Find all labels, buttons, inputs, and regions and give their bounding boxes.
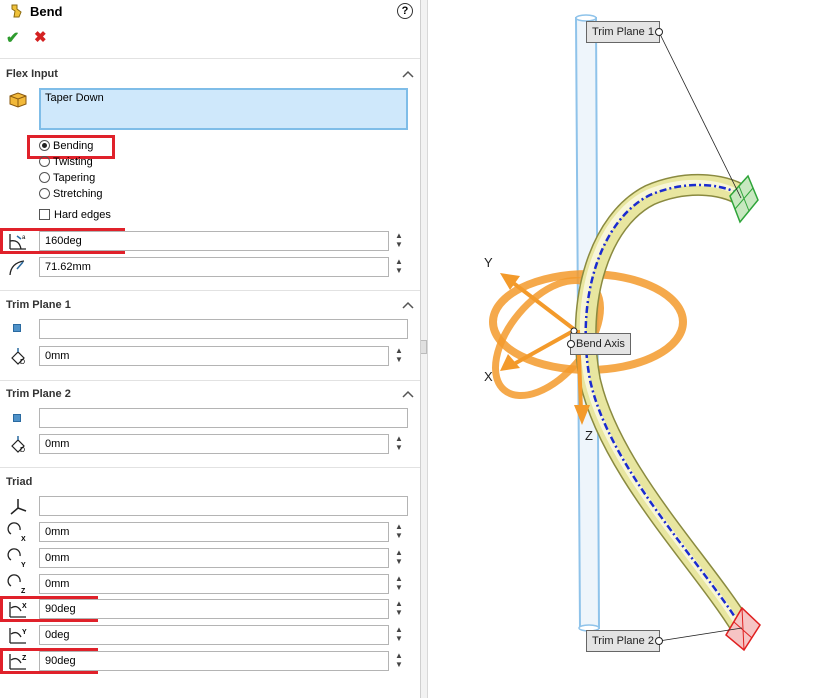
hard-edges-label: Hard edges: [54, 209, 111, 221]
radio-label: Twisting: [53, 156, 93, 168]
radio-twisting[interactable]: Twisting: [39, 156, 93, 168]
z-position-icon: Z: [7, 574, 26, 594]
trim-plane-2-offset-spinner[interactable]: ▲ ▼: [394, 434, 404, 454]
z-axis-label: Z: [585, 428, 593, 443]
divider: [0, 380, 420, 381]
trim-plane-2-offset-input[interactable]: 0mm: [39, 434, 389, 454]
bend-angle-icon: a: [9, 234, 26, 250]
bend-radius-icon: [9, 260, 25, 276]
triad-z-position-spinner[interactable]: ▲ ▼: [394, 574, 404, 594]
svg-text:D: D: [20, 359, 25, 366]
reference-point-icon: [13, 324, 21, 332]
hard-edges-checkbox[interactable]: Hard edges: [39, 209, 111, 221]
bend-axis-callout[interactable]: Bend Axis: [567, 333, 631, 355]
collapse-flex-input-icon[interactable]: [402, 70, 414, 78]
svg-text:Y: Y: [21, 562, 26, 568]
svg-text:X: X: [22, 603, 27, 610]
triad-axes-icon: [10, 499, 27, 515]
trim-plane-1-leader: [658, 31, 742, 199]
callout-text: Bend Axis: [576, 338, 625, 350]
svg-text:Y: Y: [22, 629, 27, 636]
trim-plane-1-offset-spinner[interactable]: ▲ ▼: [394, 346, 404, 366]
trim-plane-2-title: Trim Plane 2: [6, 388, 71, 400]
splitter-grip[interactable]: [421, 340, 427, 354]
radio-label: Bending: [53, 140, 94, 152]
triad-x-position-spinner[interactable]: ▲ ▼: [394, 522, 404, 542]
graphics-viewport[interactable]: Y X Z Trim Plane 1 Bend Axis Trim Plane …: [428, 0, 829, 698]
radio-dot: [39, 156, 50, 167]
triad-z-rotation-spinner[interactable]: ▲ ▼: [394, 651, 404, 671]
page-title: Bend: [30, 4, 63, 19]
triad-x-rotation-spinner[interactable]: ▲ ▼: [394, 599, 404, 619]
triad-reference-input[interactable]: [39, 496, 408, 516]
trim-plane-1-reference-input[interactable]: [39, 319, 408, 339]
x-position-icon: X: [7, 522, 26, 542]
panel-splitter[interactable]: [421, 0, 428, 698]
trim-plane-2-reference-input[interactable]: [39, 408, 408, 428]
selection-body-icon: [9, 92, 27, 108]
callout-pin: [567, 340, 575, 348]
radio-tapering[interactable]: Tapering: [39, 172, 95, 184]
callout-text: Trim Plane 1: [592, 26, 654, 38]
x-axis-label: X: [484, 369, 493, 384]
checkbox-box: [39, 209, 50, 220]
svg-text:D: D: [20, 447, 25, 454]
reference-point-icon: [13, 414, 21, 422]
divider: [0, 467, 420, 468]
svg-text:a: a: [22, 235, 26, 241]
ok-button[interactable]: ✔: [6, 28, 19, 48]
divider: [0, 58, 420, 59]
svg-text:Z: Z: [21, 588, 26, 594]
bend-feature-icon: [11, 4, 22, 18]
svg-text:X: X: [21, 536, 26, 542]
triad-y-position-input[interactable]: 0mm: [39, 548, 389, 568]
radio-label: Stretching: [53, 188, 103, 200]
bend-angle-spinner[interactable]: ▲ ▼: [394, 231, 404, 251]
bend-angle-input[interactable]: 160deg: [39, 231, 389, 251]
triad-x-rotation-input[interactable]: 90deg: [39, 599, 389, 619]
callout-pin: [654, 637, 663, 645]
y-axis-label: Y: [484, 255, 493, 270]
radio-dot-selected: [39, 140, 50, 151]
triad-z-position-input[interactable]: 0mm: [39, 574, 389, 594]
trim-plane-2-callout[interactable]: Trim Plane 2: [586, 630, 663, 652]
help-icon[interactable]: ?: [397, 3, 413, 19]
y-rotation-icon: Y: [9, 628, 27, 644]
callout-pin: [654, 28, 663, 36]
property-manager: Bend ? ✔ ✖ Flex Input Taper Down Bending…: [0, 0, 421, 698]
offset-distance-icon: D: [11, 348, 25, 366]
triad-y-rotation-spinner[interactable]: ▲ ▼: [394, 625, 404, 645]
triad-z-rotation-input[interactable]: 90deg: [39, 651, 389, 671]
trim-plane-1-title: Trim Plane 1: [6, 299, 71, 311]
collapse-trim-plane-1-icon[interactable]: [402, 301, 414, 309]
radio-bending[interactable]: Bending: [39, 140, 93, 152]
trim-plane-1-offset-input[interactable]: 0mm: [39, 346, 389, 366]
triad-title: Triad: [6, 476, 33, 488]
trim-plane-1-callout[interactable]: Trim Plane 1: [586, 21, 663, 43]
collapse-trim-plane-2-icon[interactable]: [402, 390, 414, 398]
divider: [0, 290, 420, 291]
offset-distance-icon: D: [11, 436, 25, 454]
bend-radius-input[interactable]: 71.62mm: [39, 257, 389, 277]
flex-input-title: Flex Input: [6, 68, 58, 80]
property-header: Bend ?: [0, 0, 420, 24]
callout-text: Trim Plane 2: [592, 635, 654, 647]
bend-radius-spinner[interactable]: ▲ ▼: [394, 257, 404, 277]
flex-input-selection-box[interactable]: Taper Down: [39, 88, 408, 130]
selection-text: Taper Down: [45, 92, 104, 104]
triad-y-rotation-input[interactable]: 0deg: [39, 625, 389, 645]
y-position-icon: Y: [7, 548, 26, 568]
svg-text:Z: Z: [22, 655, 27, 662]
triad-y-position-spinner[interactable]: ▲ ▼: [394, 548, 404, 568]
x-rotation-icon: X: [9, 602, 27, 618]
radio-stretching[interactable]: Stretching: [39, 188, 103, 200]
triad-x-position-input[interactable]: 0mm: [39, 522, 389, 542]
radio-dot: [39, 172, 50, 183]
cancel-button[interactable]: ✖: [34, 28, 47, 46]
radio-label: Tapering: [53, 172, 96, 184]
radio-dot: [39, 188, 50, 199]
z-rotation-icon: Z: [9, 654, 27, 670]
